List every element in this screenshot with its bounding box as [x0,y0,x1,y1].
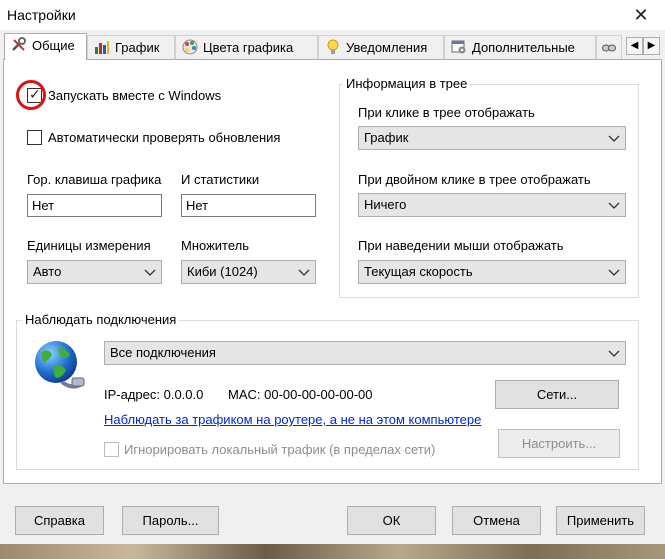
tray-double-click-value: Ничего [364,197,407,212]
tray-click-select[interactable]: График [358,126,626,150]
desktop-background-strip [0,544,665,559]
tab-graph-colors[interactable]: Цвета графика [175,35,318,59]
connections-select[interactable]: Все подключения [104,341,626,365]
hotkey-graph-input[interactable]: Нет [27,194,162,217]
router-monitoring-link[interactable]: Наблюдать за трафиком на роутере, а не н… [104,412,481,427]
chevron-down-icon [607,265,621,279]
bar-chart-icon [94,39,110,55]
tray-double-click-select[interactable]: Ничего [358,193,626,217]
tray-click-value: График [364,130,409,145]
ignore-local-label: Игнорировать локальный трафик (в предела… [124,442,436,457]
tab-advanced[interactable]: Дополнительные [444,35,596,59]
multiplier-select[interactable]: Киби (1024) [181,260,316,284]
tools-icon [11,37,27,53]
tab-label: Дополнительные [472,40,575,55]
units-value: Авто [33,264,62,279]
tab-label: Цвета графика [203,40,294,55]
glasses-icon [601,39,617,55]
tab-label: График [115,40,160,55]
tray-hover-select[interactable]: Текущая скорость [358,260,626,284]
tab-label: Уведомления [346,40,428,55]
globe-network-icon [32,338,88,394]
multiplier-value: Киби (1024) [187,264,258,279]
mac-address-label: MAC: 00-00-00-00-00-00 [228,387,373,402]
tray-hover-value: Текущая скорость [364,264,473,279]
tab-strip: Общие График Цвета графика Уведомления Д… [0,33,665,60]
units-select[interactable]: Авто [27,260,162,284]
cancel-button[interactable]: Отмена [452,506,541,535]
chevron-down-icon [143,265,157,279]
tab-general[interactable]: Общие [4,33,87,60]
networks-button[interactable]: Сети... [495,380,619,409]
chevron-down-icon [297,265,311,279]
tray-info-title: Информация в трее [343,76,471,91]
title-bar: Настройки ✕ [0,0,665,30]
units-label: Единицы измерения [27,238,151,253]
ip-address-label: IP-адрес: 0.0.0.0 [104,387,204,402]
hotkey-stats-label: И статистики [181,172,260,187]
tab-graph[interactable]: График [87,35,175,59]
close-button[interactable]: ✕ [628,2,654,28]
help-button[interactable]: Справка [15,506,104,535]
check-updates-checkbox[interactable] [27,130,42,145]
connections-select-value: Все подключения [110,345,216,360]
chevron-down-icon [607,198,621,212]
tray-double-click-label: При двойном клике в трее отображать [358,172,591,187]
tab-label: Общие [32,38,75,53]
multiplier-label: Множитель [181,238,250,253]
chevron-down-icon [607,346,621,360]
configure-button[interactable]: Настроить... [498,429,620,458]
tab-scroll-left-button[interactable]: ◀ [626,37,643,55]
palette-icon [182,39,198,55]
tab-notifications[interactable]: Уведомления [318,35,444,59]
ignore-local-checkbox[interactable] [104,442,119,457]
hotkey-graph-label: Гор. клавиша графика [27,172,162,187]
ok-button[interactable]: ОК [347,506,436,535]
tab-overflow[interactable] [596,35,622,59]
settings-window-icon [451,39,467,55]
tab-scroll-right-button[interactable]: ▶ [643,37,660,55]
hotkey-stats-input[interactable]: Нет [181,194,316,217]
highlight-circle [16,80,46,110]
tray-hover-label: При наведении мыши отображать [358,238,564,253]
password-button[interactable]: Пароль... [122,506,219,535]
check-updates-label: Автоматически проверять обновления [48,130,281,145]
chevron-down-icon [607,131,621,145]
connections-title: Наблюдать подключения [22,312,180,327]
window-title: Настройки [7,7,76,23]
tray-click-label: При клике в трее отображать [358,105,535,120]
lightbulb-icon [325,39,341,55]
autostart-label: Запускать вместе с Windows [48,88,222,103]
apply-button[interactable]: Применить [556,506,645,535]
